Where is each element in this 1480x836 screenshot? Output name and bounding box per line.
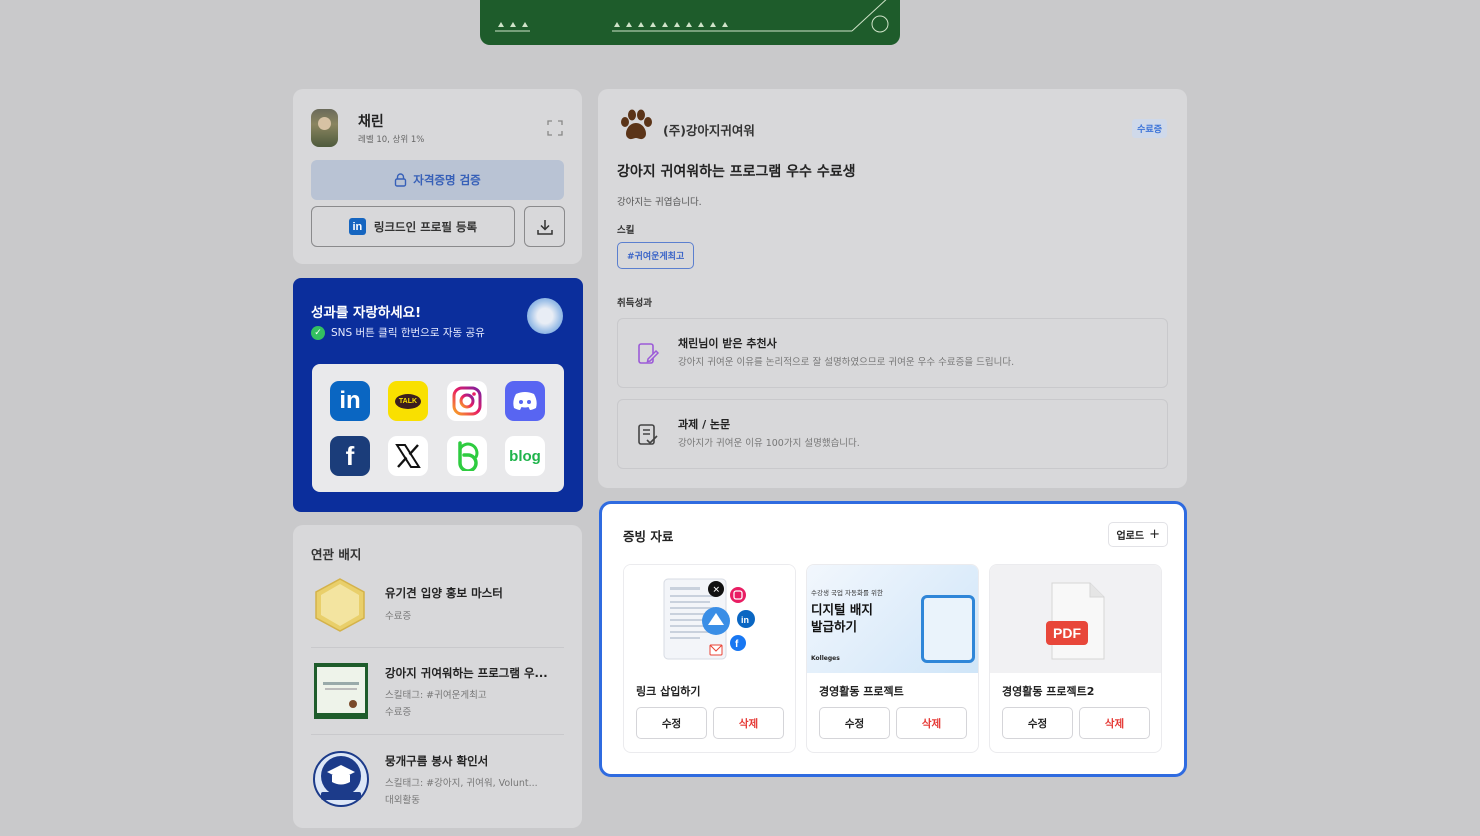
instagram-icon[interactable] [447, 381, 487, 421]
related-badge-name: 유기견 입양 홍보 마스터 [385, 586, 503, 600]
profile-subtitle: 레벨 10, 상위 1% [358, 135, 425, 145]
achievement-desc: 강아지 귀여운 이유를 논리적으로 잘 설명하였으므로 귀여운 우수 수료증을 … [678, 357, 1015, 368]
thumb-brand: Kolleges [811, 655, 840, 662]
share-icon-grid: in TALK f blog [312, 364, 564, 492]
share-card: 성과를 자랑하세요! ✓ SNS 버튼 클릭 한번으로 자동 공유 in TAL… [293, 278, 583, 512]
related-badge-item[interactable]: 유기견 입양 홍보 마스터 수료증 [311, 577, 564, 633]
discord-glyph [513, 392, 537, 410]
issuer-name: (주)강아지귀여워 [663, 123, 755, 138]
edit-button[interactable]: 수정 [1002, 707, 1073, 739]
evidence-card[interactable]: PDF 경영활동 프로젝트2 수정 삭제 [989, 564, 1162, 753]
checklist-document-icon [638, 424, 658, 445]
paw-icon [621, 109, 652, 140]
banner-decoration [495, 0, 889, 33]
evidence-name: 경영활동 프로젝트 [819, 685, 904, 698]
download-icon [536, 219, 553, 235]
status-badge: 수료증 [1132, 119, 1167, 138]
band-icon[interactable] [447, 436, 487, 476]
related-badge-name: 뭉개구름 봉사 확인서 [385, 754, 489, 768]
x-icon[interactable] [388, 436, 428, 476]
thumb-title-line2: 발급하기 [811, 619, 858, 634]
kakao-talk-text: TALK [394, 393, 422, 409]
related-badge-name: 강아지 귀여워하는 프로그램 우... [385, 666, 548, 680]
edit-document-icon [638, 343, 660, 364]
blog-icon[interactable]: blog [505, 436, 545, 476]
profile-name: 채린 [358, 114, 384, 130]
link-thumbnail: ✕ in f [624, 565, 795, 673]
evidence-card[interactable]: 수강생 국업 자동화를 위한 디지털 배지 발급하기 Kolleges 경영활동… [806, 564, 979, 753]
delete-button[interactable]: 삭제 [896, 707, 967, 739]
achievement-title: 채린님이 받은 추천사 [678, 337, 777, 350]
share-subtitle-text: SNS 버튼 클릭 한번으로 자동 공유 [331, 327, 485, 339]
upload-label: 업로드 [1116, 531, 1145, 542]
share-title: 성과를 자랑하세요! [311, 305, 422, 321]
certificate-banner [480, 0, 900, 45]
certificate-thumbnail [314, 663, 368, 719]
achievement-item: 채린님이 받은 추천사 강아지 귀여운 이유를 논리적으로 잘 설명하였으므로 … [617, 318, 1168, 388]
linkedin-icon[interactable]: in [330, 381, 370, 421]
linkedin-register-button[interactable]: in 링크드인 프로필 등록 [311, 206, 515, 247]
linkedin-icon: in [348, 218, 366, 235]
svg-text:in: in [741, 615, 749, 625]
check-icon: ✓ [311, 325, 325, 340]
social-share-illustration: ✕ in f [663, 578, 755, 660]
instagram-glyph [452, 386, 482, 416]
certificate-description: 강아지는 귀엽습니다. [617, 197, 702, 208]
related-badges-card: 연관 배지 유기견 입양 홍보 마스터 수료증 강아지 귀여워하는 프로그램 우… [293, 525, 582, 828]
medal-icon [527, 298, 563, 334]
thumb-small-text: 수강생 국업 자동화를 위한 [811, 589, 883, 597]
verify-credential-label: 자격증명 검증 [413, 173, 481, 187]
divider [311, 647, 564, 648]
pdf-label: PDF [1053, 625, 1081, 641]
hexagon-badge-thumbnail [315, 578, 365, 632]
discord-icon[interactable] [505, 381, 545, 421]
download-button[interactable] [524, 206, 565, 247]
related-badge-skill: 스킬태그: #귀여운게최고 [385, 690, 487, 701]
upload-button[interactable]: 업로드 + [1108, 522, 1168, 547]
evidence-name: 링크 삽입하기 [636, 685, 701, 698]
certificate-title: 강아지 귀여워하는 프로그램 우수 수료생 [617, 164, 856, 180]
badge-mockup [921, 595, 975, 663]
related-badge-item[interactable]: 강아지 귀여워하는 프로그램 우... 스킬태그: #귀여운게최고 수료증 [311, 662, 564, 720]
delete-button[interactable]: 삭제 [1079, 707, 1150, 739]
evidence-panel: 증빙 자료 업로드 + ✕ in f 링크 삽입하기 수정 삭제 수강생 국업 … [599, 501, 1187, 777]
skill-label: 스킬 [617, 225, 635, 236]
expand-icon[interactable] [546, 119, 564, 137]
related-badge-skill: 스킬태그: #강아지, 귀여워, Volunt... [385, 778, 538, 789]
lock-icon [395, 173, 407, 187]
related-badge-item[interactable]: 뭉개구름 봉사 확인서 스킬태그: #강아지, 귀여워, Volunt... 대… [311, 750, 564, 808]
plus-icon: + [1149, 527, 1160, 542]
pdf-file-icon [1046, 582, 1105, 660]
verify-credential-button[interactable]: 자격증명 검증 [311, 160, 564, 200]
linkedin-register-label: 링크드인 프로필 등록 [373, 219, 478, 234]
band-glyph [458, 441, 479, 471]
edit-button[interactable]: 수정 [636, 707, 707, 739]
skill-tag[interactable]: #귀여운게최고 [617, 242, 695, 269]
svg-text:✕: ✕ [713, 586, 721, 596]
pdf-thumbnail: PDF [990, 565, 1161, 673]
kakaotalk-icon[interactable]: TALK [388, 381, 428, 421]
achievement-title: 과제 / 논문 [678, 418, 731, 431]
share-subtitle: ✓ SNS 버튼 클릭 한번으로 자동 공유 [311, 325, 485, 340]
related-badge-type: 대외활동 [385, 795, 420, 806]
edit-button[interactable]: 수정 [819, 707, 890, 739]
evidence-card[interactable]: ✕ in f 링크 삽입하기 수정 삭제 [623, 564, 796, 753]
graduation-badge-thumbnail [313, 751, 369, 807]
related-badge-type: 수료증 [385, 707, 412, 718]
delete-button[interactable]: 삭제 [713, 707, 784, 739]
digital-badge-thumbnail: 수강생 국업 자동화를 위한 디지털 배지 발급하기 Kolleges [807, 565, 978, 673]
achievement-label: 취득성과 [617, 298, 652, 309]
x-glyph [395, 444, 421, 468]
divider [311, 734, 564, 735]
profile-card: 채린 레벨 10, 상위 1% 자격증명 검증 in 링크드인 프로필 등록 [293, 89, 582, 264]
evidence-name: 경영활동 프로젝트2 [1002, 685, 1095, 698]
evidence-title: 증빙 자료 [623, 529, 674, 544]
achievement-item: 과제 / 논문 강아지가 귀여운 이유 100가지 설명했습니다. [617, 399, 1168, 469]
achievement-desc: 강아지가 귀여운 이유 100가지 설명했습니다. [678, 438, 860, 449]
avatar [311, 109, 338, 147]
related-badges-title: 연관 배지 [311, 547, 362, 562]
related-badge-type: 수료증 [385, 611, 412, 622]
certificate-detail-card: (주)강아지귀여워 수료증 강아지 귀여워하는 프로그램 우수 수료생 강아지는… [598, 89, 1187, 488]
facebook-icon[interactable]: f [330, 436, 370, 476]
